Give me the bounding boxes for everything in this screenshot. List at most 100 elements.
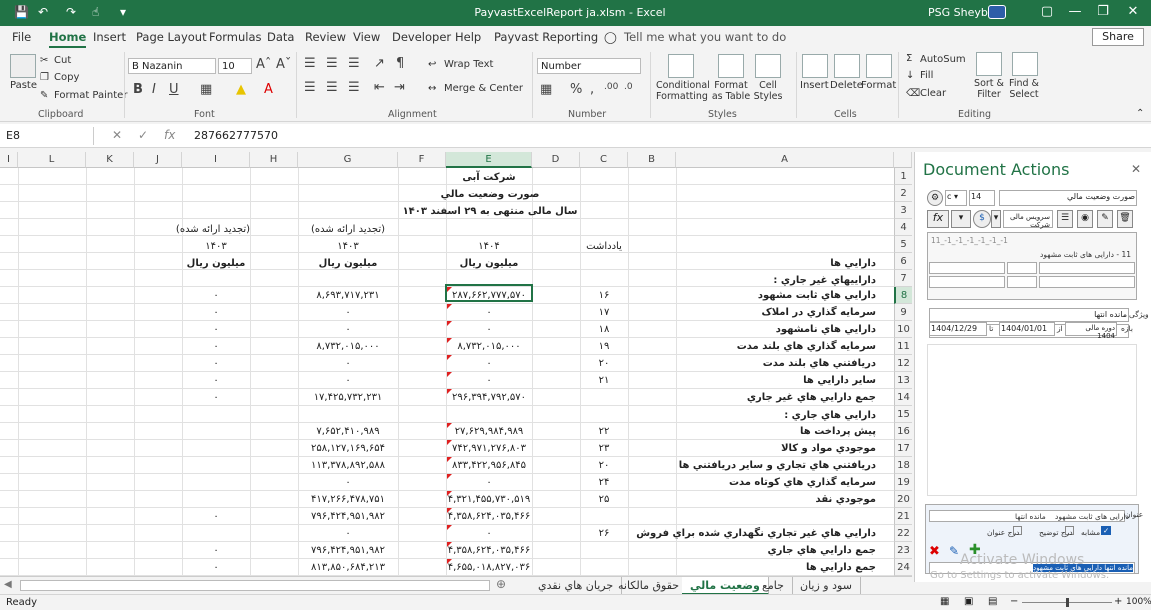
fill-icon[interactable]: ↓ bbox=[906, 70, 914, 81]
tab-payvast-reporting[interactable]: Payvast Reporting bbox=[494, 30, 598, 44]
cell-E21[interactable]: ۴,۳۵۸,۶۲۴,۰۳۵,۴۶۶ bbox=[446, 511, 532, 522]
edit-icon[interactable]: ✎ bbox=[949, 544, 959, 558]
cell-C9[interactable]: ۱۷ bbox=[580, 307, 628, 318]
items-list[interactable] bbox=[927, 344, 1137, 496]
cell-A20[interactable]: موجودي نقد bbox=[816, 494, 876, 505]
page-break-icon[interactable]: ▤ bbox=[988, 596, 997, 607]
row-header-24[interactable]: 24 bbox=[894, 559, 912, 576]
copy-button[interactable]: Copy bbox=[54, 72, 79, 83]
cell-G19[interactable]: ۰ bbox=[298, 477, 398, 488]
tab-page-layout[interactable]: Page Layout bbox=[136, 30, 207, 44]
row-header-7[interactable]: 7 bbox=[894, 270, 912, 287]
autosum-button[interactable]: AutoSum bbox=[920, 54, 966, 65]
col-header-A[interactable]: A bbox=[676, 152, 894, 168]
cell-C18[interactable]: ۲۰ bbox=[580, 460, 628, 471]
cell-I4[interactable]: (تجدید ارائه شده) bbox=[176, 224, 250, 235]
cell-C11[interactable]: ۱۹ bbox=[580, 341, 628, 352]
avatar[interactable] bbox=[988, 5, 1006, 19]
cell-I24[interactable]: ۰ bbox=[182, 562, 250, 573]
cell-A15[interactable]: دارايي هاي جاري : bbox=[784, 410, 876, 421]
cell-I5[interactable]: ۱۴۰۳ bbox=[182, 241, 250, 252]
cell-A10[interactable]: دارايي هاي نامشهود bbox=[776, 324, 876, 335]
cell-G10[interactable]: ۰ bbox=[298, 324, 398, 335]
cell-E1[interactable]: شرکت آبی bbox=[446, 172, 532, 183]
row-header-9[interactable]: 9 bbox=[894, 304, 912, 321]
tell-me-search[interactable]: Tell me what you want to do bbox=[624, 30, 786, 44]
sort-filter-icon[interactable] bbox=[976, 52, 1002, 76]
font-size-select[interactable]: 10 bbox=[218, 58, 252, 74]
autosum-icon[interactable]: Σ bbox=[906, 53, 912, 64]
wrap-text-icon[interactable]: ↩ bbox=[428, 59, 436, 70]
share-button[interactable]: Share bbox=[1092, 28, 1144, 46]
cell-E24[interactable]: ۴,۶۵۵,۰۱۸,۸۲۷,۰۳۶ bbox=[446, 562, 532, 573]
paste-button[interactable]: Paste bbox=[10, 80, 37, 91]
cancel-icon[interactable]: ✖ bbox=[929, 544, 940, 559]
zoom-thumb[interactable] bbox=[1066, 598, 1069, 607]
underline-icon[interactable]: U bbox=[169, 82, 179, 97]
cell-C8[interactable]: ۱۶ bbox=[580, 290, 628, 301]
cell-I14[interactable]: ۰ bbox=[182, 392, 250, 403]
clear-icon[interactable]: ⌫ bbox=[906, 88, 920, 99]
worksheet-grid[interactable]: I L K J I H G F E D C B A شرکت آبی صورت … bbox=[0, 152, 912, 576]
cell-G17[interactable]: ۲۵۸,۱۲۷,۱۶۹,۶۵۴ bbox=[298, 443, 398, 454]
row-header-12[interactable]: 12 bbox=[894, 355, 912, 372]
detail-field[interactable] bbox=[1007, 262, 1037, 274]
font-color-icon[interactable]: A bbox=[264, 82, 273, 97]
cell-A12[interactable]: دريافتني هاي بلند مدت bbox=[763, 358, 876, 369]
tab-formulas[interactable]: Formulas bbox=[209, 30, 262, 44]
cell-E14[interactable]: ۲۹۶,۳۹۴,۷۹۲,۵۷۰ bbox=[446, 392, 532, 403]
currency-icon[interactable]: $ bbox=[973, 210, 991, 228]
cut-button[interactable]: Cut bbox=[54, 55, 71, 66]
format-painter-icon[interactable]: ✎ bbox=[40, 90, 48, 101]
row-header-21[interactable]: 21 bbox=[894, 508, 912, 525]
row-header-15[interactable]: 15 bbox=[894, 406, 912, 423]
restore-icon[interactable]: ❐ bbox=[1090, 4, 1116, 19]
cell-E13[interactable]: ۰ bbox=[446, 375, 532, 386]
insert-function-icon[interactable]: fx bbox=[164, 128, 175, 142]
align-left-icon[interactable]: ☰ bbox=[304, 80, 316, 95]
cell-A16[interactable]: پيش پرداخت ها bbox=[800, 426, 876, 437]
cell-E9[interactable]: ۰ bbox=[446, 307, 532, 318]
customize-qat-icon[interactable]: ▾ bbox=[120, 5, 126, 19]
col-header-E[interactable]: E bbox=[446, 152, 532, 168]
cut-icon[interactable]: ✂ bbox=[40, 55, 48, 66]
percent-icon[interactable]: % bbox=[570, 82, 582, 97]
row-header-10[interactable]: 10 bbox=[894, 321, 912, 338]
row-header-20[interactable]: 20 bbox=[894, 491, 912, 508]
cell-E18[interactable]: ۸۳۳,۴۲۲,۹۵۶,۸۴۵ bbox=[446, 460, 532, 471]
cell-G21[interactable]: ۷۹۶,۴۲۴,۹۵۱,۹۸۲ bbox=[298, 511, 398, 522]
minimize-icon[interactable]: — bbox=[1062, 4, 1088, 19]
detail-field[interactable] bbox=[1007, 276, 1037, 288]
col-header-I[interactable]: I bbox=[0, 152, 18, 168]
cell-I6[interactable]: ميليون ريال bbox=[182, 258, 250, 269]
detail-field[interactable] bbox=[1039, 262, 1135, 274]
increase-indent-icon[interactable]: ⇥ bbox=[394, 80, 405, 95]
row-header-17[interactable]: 17 bbox=[894, 440, 912, 457]
cell-E5[interactable]: ۱۴۰۴ bbox=[446, 241, 532, 252]
decrease-font-icon[interactable]: Aˇ bbox=[276, 57, 291, 72]
cell-G16[interactable]: ۷,۶۵۲,۴۱۰,۹۸۹ bbox=[298, 426, 398, 437]
cell-I9[interactable]: ۰ bbox=[182, 307, 250, 318]
style-combo[interactable]: c ▾ bbox=[945, 190, 967, 206]
collapse-ribbon-icon[interactable]: ⌃ bbox=[1136, 108, 1144, 119]
undo-icon[interactable]: ↶ bbox=[38, 5, 48, 19]
align-bottom-icon[interactable]: ☰ bbox=[348, 56, 360, 71]
font-name-select[interactable]: B Nazanin bbox=[128, 58, 216, 74]
cell-I10[interactable]: ۰ bbox=[182, 324, 250, 335]
tab-home[interactable]: Home bbox=[49, 30, 87, 48]
tab-review[interactable]: Review bbox=[305, 30, 346, 44]
cell-I13[interactable]: ۰ bbox=[182, 375, 250, 386]
cell-G4[interactable]: (تجدید ارائه شده) bbox=[298, 224, 398, 235]
cell-A18[interactable]: دريافتني هاي تجاري و ساير دريافتني ها bbox=[679, 460, 876, 471]
cell-E3[interactable]: سال مالی منتهی به ۲۹ اسفند ۱۴۰۳ bbox=[400, 206, 580, 217]
dropdown-icon[interactable]: ▾ bbox=[951, 210, 971, 228]
property-select[interactable]: مانده انتها bbox=[929, 308, 1129, 322]
cell-A7[interactable]: داراييهاي غير جاري : bbox=[773, 275, 876, 286]
name-box[interactable]: E8 bbox=[4, 127, 94, 145]
format-painter-button[interactable]: Format Painter bbox=[54, 90, 127, 101]
delete-cells-icon[interactable] bbox=[834, 54, 860, 78]
font-size-combo[interactable]: 14 bbox=[969, 190, 995, 206]
decrease-decimal-icon[interactable]: .0 bbox=[624, 82, 633, 92]
scroll-left-icon[interactable]: ◀ bbox=[4, 579, 12, 590]
conditional-formatting-icon[interactable] bbox=[668, 54, 694, 78]
